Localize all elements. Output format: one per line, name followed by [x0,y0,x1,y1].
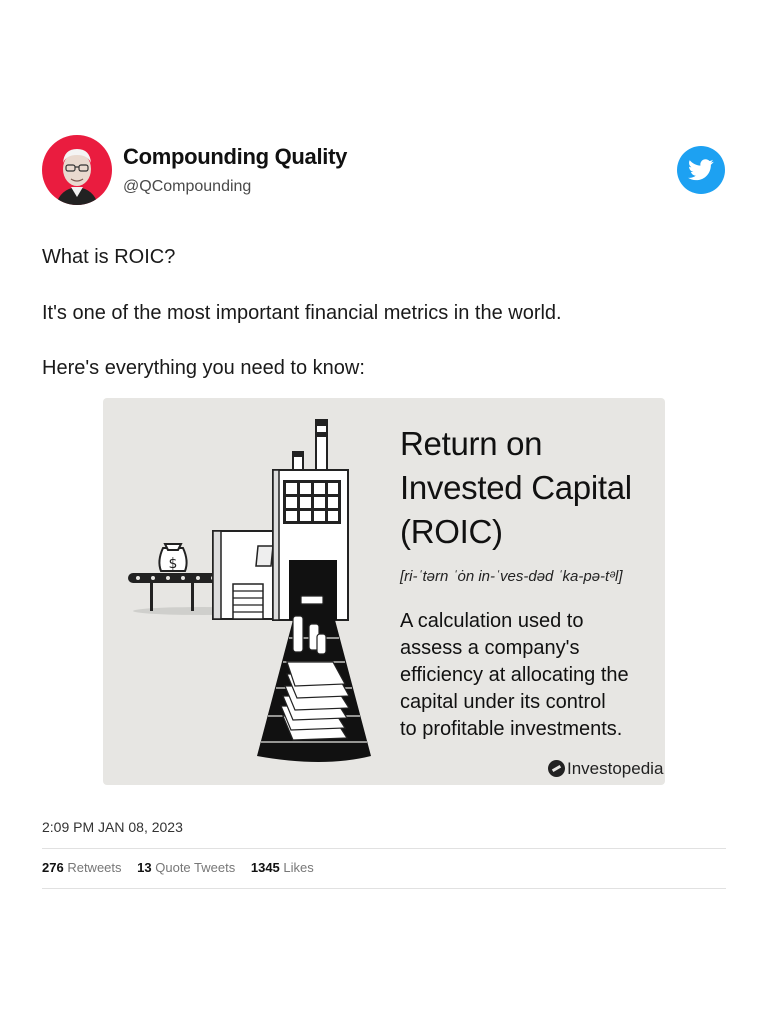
description-line: A calculation used to [400,610,584,632]
tweet-text-line: What is ROIC? [42,246,176,268]
author-avatar[interactable] [42,135,112,205]
brand-name: Investopedia [567,759,664,778]
author-handle[interactable]: @QCompounding [123,178,251,196]
card-title-line: (ROIC) [400,513,503,550]
divider [42,888,726,889]
tweet-text-line: It's one of the most important financial… [42,302,562,324]
twitter-bird-icon [688,159,714,181]
tweet-image[interactable]: $ Return on Invested Capital (ROIC) [ri-… [103,398,665,785]
likes-count: 1345 [250,860,280,875]
portrait-icon [56,149,98,205]
factory-icon [212,419,349,621]
retweets-stat[interactable]: 276 Retweets [42,860,122,875]
card-title-line: Invested Capital [400,469,632,506]
tweet-stats: 276 Retweets 13 Quote Tweets 1345 Likes [42,860,326,875]
quote-tweets-count: 13 [137,860,152,875]
cash-stack-icon [280,661,351,741]
pronunciation: [ri-ˈtərn ˈȯn in-ˈves-dəd ˈka-pə-tᵊl] [400,568,623,585]
quote-tweets-label: Quote Tweets [155,860,236,875]
conveyor-belt-icon [128,573,220,611]
investopedia-logo-icon [548,760,565,777]
description-line: efficiency at allocating the [400,664,629,686]
money-bag-icon: $ [158,543,188,572]
tweet-text-line: Here's everything you need to know: [42,357,365,379]
card-title: Return on Invested Capital (ROIC) [400,422,660,554]
likes-stat[interactable]: 1345 Likes [251,860,314,875]
author-name[interactable]: Compounding Quality [123,144,347,170]
likes-label: Likes [283,860,314,875]
tweet-timestamp[interactable]: 2:09 PM JAN 08, 2023 [42,819,183,835]
divider [42,848,726,849]
twitter-logo[interactable] [677,146,725,194]
brand-logo: Investopedia [548,759,663,779]
card-title-line: Return on [400,425,543,462]
description-line: assess a company's [400,637,580,659]
svg-text:$: $ [169,556,178,572]
quote-tweets-stat[interactable]: 13 Quote Tweets [137,860,235,875]
description-line: capital under its control [400,691,606,713]
factory-illustration: $ [128,419,371,762]
card-description: A calculation used to assess a company's… [400,608,662,743]
retweets-label: Retweets [67,860,122,875]
retweets-count: 276 [42,860,64,875]
description-line: to profitable investments. [400,718,623,740]
